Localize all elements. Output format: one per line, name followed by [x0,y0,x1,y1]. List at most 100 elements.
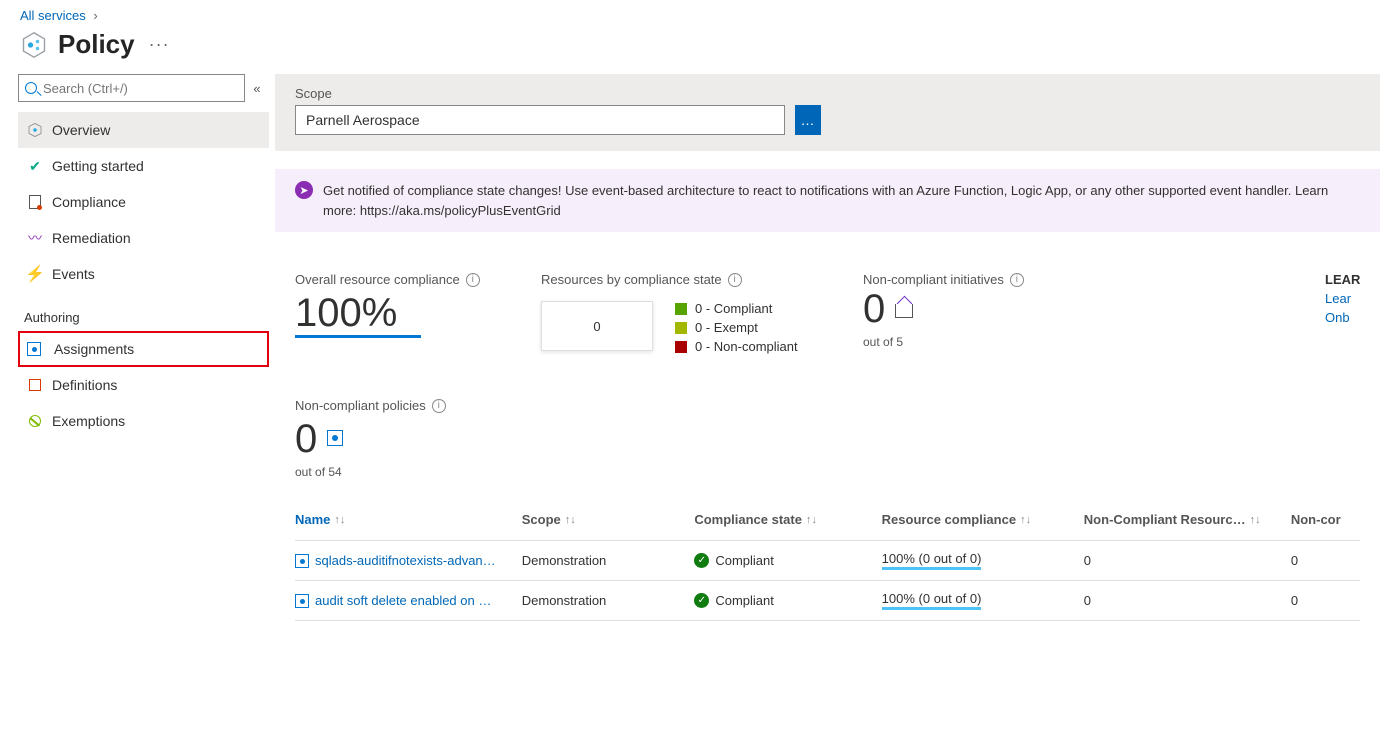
policy-row-icon [295,554,309,568]
legend-noncompliant: 0 - Non-compliant [675,339,798,354]
breadcrumb-all-services[interactable]: All services [20,8,86,23]
cell-noncompliant-resources: 0 [1084,593,1291,608]
kpi-label: Resources by compliance state [541,272,722,287]
sidebar: « Overview ✔ Getting started Compliance … [0,74,275,631]
sidebar-item-label: Overview [52,122,110,138]
kpi-label: Overall resource compliance [295,272,460,287]
info-icon[interactable]: i [466,273,480,287]
scope-bar: Scope Parnell Aerospace … [275,74,1380,151]
learn-link-1[interactable]: Lear [1325,291,1360,306]
getting-started-icon: ✔ [24,158,46,175]
sidebar-item-events[interactable]: ⚡ Events [18,256,269,292]
cell-resource-compliance: 100% (0 out of 0) [882,551,982,570]
cell-state: Compliant [715,593,774,608]
learn-heading: LEARN [1325,272,1360,287]
cell-noncompliant-resources: 0 [1084,553,1291,568]
legend-compliant: 0 - Compliant [675,301,798,316]
sidebar-item-label: Getting started [52,158,144,174]
col-header-name[interactable]: Name [295,512,330,527]
kpi-overall-compliance: Overall resource compliance i 100% [295,272,541,358]
compliant-check-icon: ✓ [694,593,709,608]
sidebar-item-compliance[interactable]: Compliance [18,184,269,220]
policy-row-icon [295,594,309,608]
sort-icon[interactable]: ↑↓ [1250,514,1261,526]
scope-label: Scope [295,86,1360,101]
kpi-initiatives-sub: out of 5 [863,335,1193,349]
col-header-noncompliant[interactable]: Non-cor [1291,512,1341,527]
initiative-icon [895,304,913,318]
col-header-scope[interactable]: Scope [522,512,561,527]
col-header-noncompliant-resources[interactable]: Non-Compliant Resourc… [1084,512,1246,527]
row-name-link[interactable]: sqlads-auditifnotexists-advan… [315,553,496,568]
kpi-noncompliant-initiatives: Non-compliant initiatives i 0 out of 5 [863,272,1193,358]
sidebar-item-remediation[interactable]: 〰 Remediation [18,220,269,256]
donut-center-card: 0 [541,301,653,351]
kpi-overall-value: 100% [295,291,421,338]
info-icon[interactable]: i [432,399,446,413]
sort-icon[interactable]: ↑↓ [565,514,576,526]
swatch-compliant-icon [675,303,687,315]
sidebar-item-getting-started[interactable]: ✔ Getting started [18,148,269,184]
kpi-policies-value: 0 [295,417,317,461]
col-header-resource-compliance[interactable]: Resource compliance [882,512,1016,527]
info-icon[interactable]: i [1010,273,1024,287]
sort-icon[interactable]: ↑↓ [334,514,345,526]
sidebar-item-label: Exemptions [52,413,125,429]
scope-picker-button[interactable]: … [795,105,821,135]
sidebar-item-label: Events [52,266,95,282]
table-row[interactable]: sqlads-auditifnotexists-advan… Demonstra… [295,541,1360,581]
kpi-initiatives-value: 0 [863,287,885,331]
swatch-noncompliant-icon [675,341,687,353]
sidebar-item-exemptions[interactable]: Exemptions [18,403,269,439]
chevron-right-icon: › [89,8,97,23]
notification-banner: ➤ Get notified of compliance state chang… [275,169,1380,232]
sidebar-item-label: Remediation [52,230,131,246]
page-title: Policy [58,29,135,60]
cell-resource-compliance: 100% (0 out of 0) [882,591,982,610]
sidebar-section-authoring: Authoring [18,292,269,331]
cell-scope: Demonstration [522,553,695,568]
events-icon: ⚡ [24,264,46,284]
rocket-icon: ➤ [295,181,313,199]
sidebar-item-label: Assignments [54,341,134,357]
definitions-icon [24,379,46,391]
cell-noncompliant: 0 [1291,553,1360,568]
main-pane: Scope Parnell Aerospace … ➤ Get notified… [275,74,1380,631]
sidebar-item-label: Definitions [52,377,117,393]
collapse-sidebar-button[interactable]: « [245,81,269,96]
kpi-by-state: Resources by compliance state i 0 0 - Co… [541,272,863,358]
table-row[interactable]: audit soft delete enabled on … Demonstra… [295,581,1360,621]
table-header-row: Name ↑↓ Scope ↑↓ Compliance state ↑↓ Res… [295,499,1360,541]
cell-noncompliant: 0 [1291,593,1360,608]
scope-input[interactable]: Parnell Aerospace [295,105,785,135]
sort-icon[interactable]: ↑↓ [1020,514,1031,526]
kpi-label: Non-compliant policies [295,398,426,413]
kpi-policies-sub: out of 54 [295,465,1360,479]
sort-icon[interactable]: ↑↓ [806,514,817,526]
info-icon[interactable]: i [728,273,742,287]
learn-link-2[interactable]: Onb [1325,310,1360,325]
sidebar-item-assignments[interactable]: Assignments [18,331,269,367]
cell-scope: Demonstration [522,593,695,608]
legend-exempt: 0 - Exempt [675,320,798,335]
sidebar-item-overview[interactable]: Overview [18,112,269,148]
sidebar-search[interactable] [18,74,245,102]
compliant-check-icon: ✓ [694,553,709,568]
search-icon [25,82,37,94]
sidebar-item-definitions[interactable]: Definitions [18,367,269,403]
compliance-table: Name ↑↓ Scope ↑↓ Compliance state ↑↓ Res… [275,489,1380,631]
overview-icon [24,122,46,138]
col-header-state[interactable]: Compliance state [694,512,802,527]
kpi-noncompliant-policies: Non-compliant policies i 0 out of 54 [275,368,1380,489]
row-name-link[interactable]: audit soft delete enabled on … [315,593,491,608]
remediation-icon: 〰 [24,228,46,248]
assignments-icon [26,342,48,356]
notification-text: Get notified of compliance state changes… [323,181,1360,220]
scope-value: Parnell Aerospace [306,112,420,128]
compliance-icon [24,195,46,209]
kpi-label: Non-compliant initiatives [863,272,1004,287]
learn-column: LEARN Lear Onb [1325,272,1360,358]
policy-service-icon [20,31,48,59]
more-actions-button[interactable]: ··· [149,34,170,55]
sidebar-search-input[interactable] [41,80,238,97]
